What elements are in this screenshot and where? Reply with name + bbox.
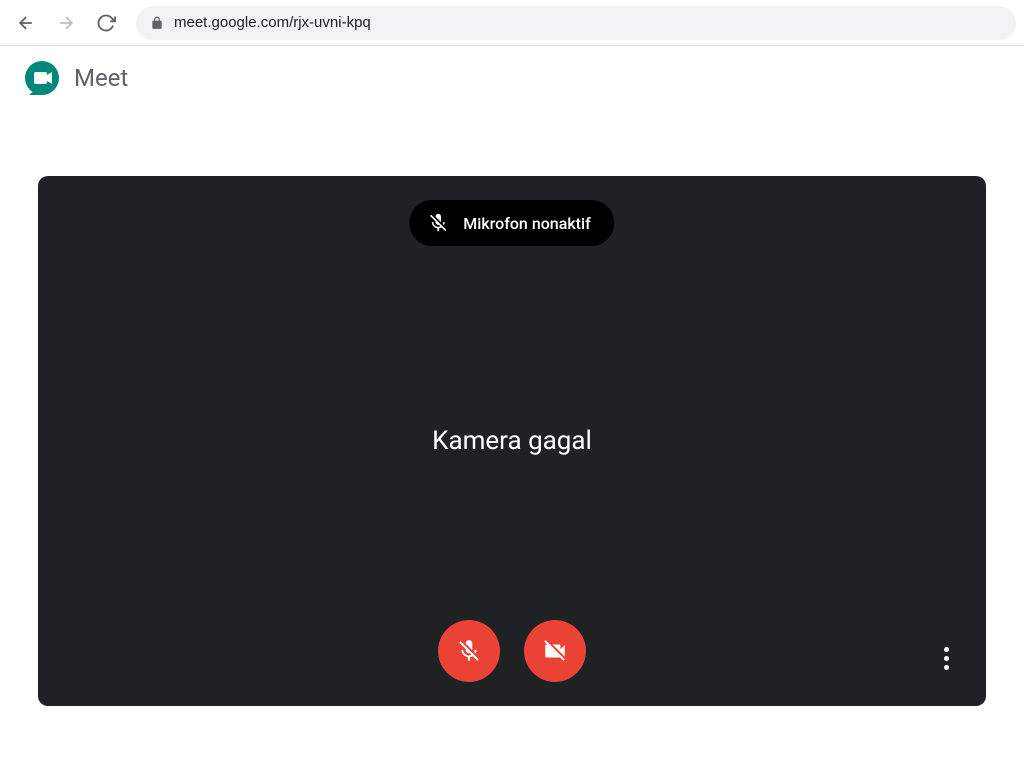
- app-title: Meet: [74, 64, 128, 92]
- app-header: Meet: [0, 46, 1024, 98]
- video-controls: [438, 620, 586, 682]
- video-preview-panel: Mikrofon nonaktif Kamera gagal: [38, 176, 986, 706]
- camera-off-icon: [542, 638, 568, 664]
- lock-icon: [150, 16, 164, 30]
- more-options-button[interactable]: [926, 638, 966, 678]
- reload-icon: [96, 13, 116, 33]
- arrow-left-icon: [16, 13, 36, 33]
- meet-logo-icon: [24, 58, 64, 98]
- url-text: meet.google.com/rjx-uvni-kpq: [174, 14, 371, 31]
- browser-nav-bar: meet.google.com/rjx-uvni-kpq: [0, 0, 1024, 46]
- forward-button[interactable]: [48, 5, 84, 41]
- camera-status-text: Kamera gagal: [432, 426, 592, 456]
- more-vert-icon: [944, 647, 949, 670]
- mic-status-text: Mikrofon nonaktif: [463, 214, 590, 233]
- mic-status-pill: Mikrofon nonaktif: [409, 200, 614, 246]
- toggle-mic-button[interactable]: [438, 620, 500, 682]
- video-container: Mikrofon nonaktif Kamera gagal: [38, 176, 986, 706]
- address-bar[interactable]: meet.google.com/rjx-uvni-kpq: [136, 6, 1016, 40]
- mic-off-icon: [456, 638, 482, 664]
- mic-off-icon: [427, 212, 449, 234]
- reload-button[interactable]: [88, 5, 124, 41]
- back-button[interactable]: [8, 5, 44, 41]
- toggle-camera-button[interactable]: [524, 620, 586, 682]
- arrow-right-icon: [56, 13, 76, 33]
